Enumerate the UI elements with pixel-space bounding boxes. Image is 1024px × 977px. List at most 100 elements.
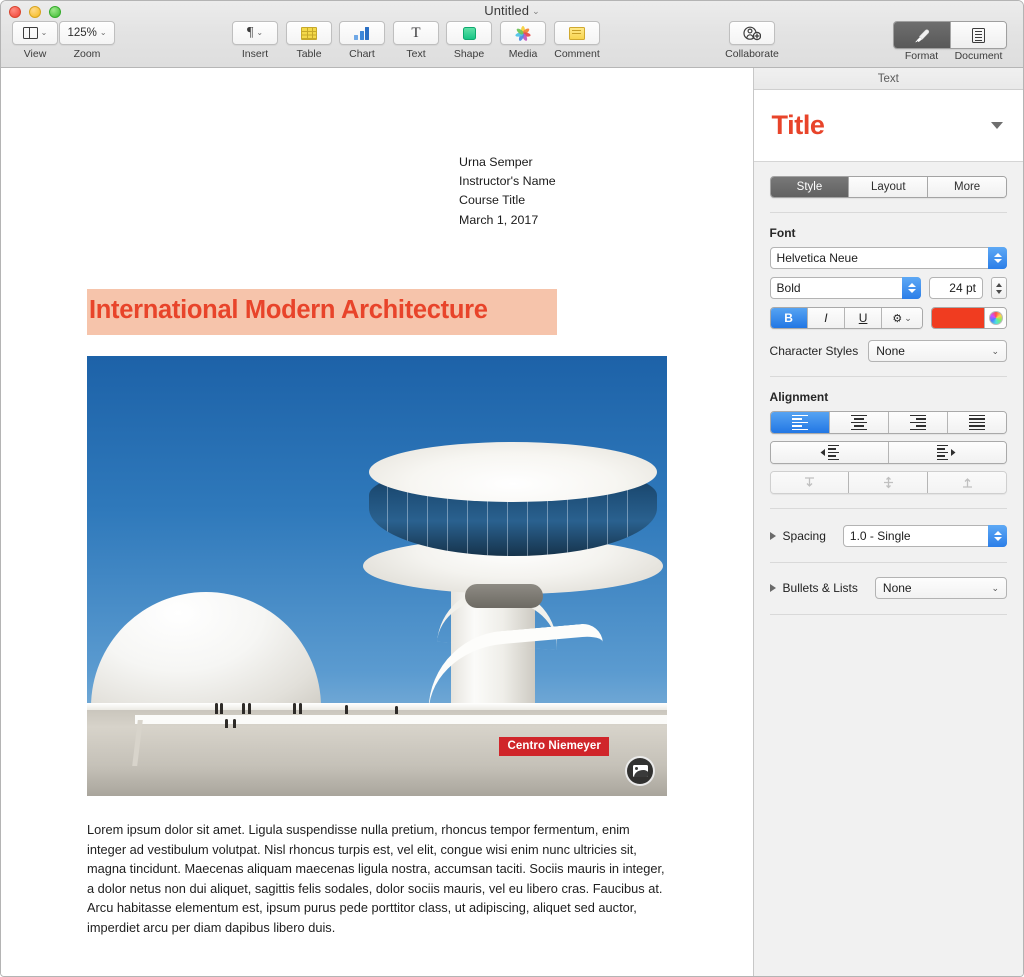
document-title-selection[interactable]: International Modern Architecture	[87, 289, 557, 335]
spacing-row: Spacing 1.0 - Single	[769, 525, 1007, 547]
align-right-button[interactable]	[887, 412, 947, 433]
inspector-toggle-labels: Format Document	[893, 50, 1007, 62]
bold-button[interactable]: B	[770, 308, 807, 328]
toolbar-item-shape[interactable]: Shape	[441, 21, 497, 60]
document-canvas[interactable]: Urna Semper Instructor's Name Course Tit…	[1, 68, 753, 976]
toolbar-item-table[interactable]: Table	[281, 21, 337, 60]
chevron-down-icon: ⌄	[991, 345, 999, 356]
zoom-button-toolbar[interactable]: 125% ⌄	[59, 21, 115, 45]
window-icon	[22, 27, 38, 39]
align-center-button[interactable]	[828, 412, 888, 433]
font-style-row: B I U ⚙ ⌄	[769, 307, 1007, 329]
chevron-down-icon: ⌄	[991, 582, 999, 593]
spacing-stepper-icon[interactable]	[988, 525, 1007, 547]
parapet-rail	[135, 715, 667, 724]
text-button[interactable]: T	[393, 21, 439, 45]
tab-layout-label: Layout	[871, 181, 906, 193]
font-family-select[interactable]: Helvetica Neue	[769, 247, 1007, 269]
pages-app-window: Untitled⌄ ⌄ View 125% ⌄ Zoom ¶ ⌄ Insert	[0, 0, 1024, 977]
spacing-value: 1.0 - Single	[849, 529, 911, 543]
tab-more[interactable]: More	[927, 177, 1006, 197]
horizontal-alignment-row	[769, 411, 1007, 434]
toolbar-label-document: Document	[954, 50, 1003, 62]
font-style-buttons: B I U ⚙ ⌄	[769, 307, 923, 329]
text-t-icon: T	[411, 24, 421, 41]
toolbar-item-media[interactable]: Media	[495, 21, 551, 60]
paintbrush-icon	[914, 28, 931, 43]
shape-button[interactable]	[446, 21, 492, 45]
decrease-indent-button[interactable]	[770, 442, 888, 463]
collaborate-button[interactable]	[729, 21, 775, 45]
character-styles-select[interactable]: None ⌄	[868, 340, 1007, 362]
media-button[interactable]	[500, 21, 546, 45]
toolbar: Untitled⌄ ⌄ View 125% ⌄ Zoom ¶ ⌄ Insert	[1, 1, 1023, 68]
window-title[interactable]: Untitled ⌄	[1, 3, 1023, 18]
font-family-stepper-icon[interactable]	[988, 247, 1007, 269]
spacing-select[interactable]: 1.0 - Single	[842, 525, 1007, 547]
align-top-icon	[804, 477, 814, 487]
align-justify-icon	[968, 414, 985, 431]
table-button[interactable]	[286, 21, 332, 45]
disclosure-triangle-icon[interactable]	[769, 584, 776, 592]
italic-button[interactable]: I	[806, 308, 844, 328]
tab-layout[interactable]: Layout	[848, 177, 928, 197]
zoom-level-value: 125%	[67, 27, 97, 39]
chevron-down-icon[interactable]	[991, 122, 1003, 129]
photos-pinwheel-icon	[515, 25, 532, 42]
header-line-date: March 1, 2017	[459, 212, 539, 227]
toolbar-item-view[interactable]: ⌄ View	[7, 21, 63, 60]
align-middle-button	[848, 472, 928, 493]
font-options-button[interactable]: ⚙ ⌄	[881, 308, 922, 328]
align-justify-button[interactable]	[946, 412, 1006, 433]
font-size-input[interactable]: 24 pt	[929, 277, 983, 299]
architecture-photo: Centro Niemeyer	[87, 356, 667, 796]
page-title[interactable]: International Modern Architecture	[89, 293, 555, 327]
chevron-down-icon: ⌄	[532, 6, 540, 16]
document-body-paragraph[interactable]: Lorem ipsum dolor sit amet. Ligula suspe…	[87, 820, 667, 938]
text-color-swatch[interactable]	[932, 308, 984, 328]
toolbar-item-collaborate[interactable]: Collaborate	[721, 21, 783, 60]
color-wheel-button[interactable]	[984, 308, 1006, 328]
app-body: Urna Semper Instructor's Name Course Tit…	[1, 68, 1023, 976]
toolbar-item-text[interactable]: T Text	[388, 21, 444, 60]
chevron-down-icon: ⌄	[99, 28, 107, 37]
toolbar-item-zoom[interactable]: 125% ⌄ Zoom	[59, 21, 115, 60]
underline-button[interactable]: U	[843, 308, 882, 328]
align-left-button[interactable]	[770, 412, 829, 433]
bullets-select[interactable]: None ⌄	[874, 577, 1007, 599]
disclosure-triangle-icon[interactable]	[769, 532, 776, 540]
divider	[769, 614, 1007, 615]
document-inspector-button[interactable]	[950, 22, 1006, 48]
alignment-section-label: Alignment	[769, 390, 829, 404]
font-weight-stepper-icon[interactable]	[902, 277, 921, 299]
insert-button[interactable]: ¶ ⌄	[232, 21, 278, 45]
divider	[769, 376, 1007, 377]
divider	[769, 562, 1007, 563]
toolbar-item-insert[interactable]: ¶ ⌄ Insert	[227, 21, 283, 60]
font-weight-size-row: Bold 24 pt	[769, 277, 1007, 299]
font-weight-select[interactable]: Bold	[769, 277, 921, 299]
decrease-indent-icon	[819, 444, 840, 461]
font-size-stepper[interactable]	[991, 277, 1007, 299]
view-button[interactable]: ⌄	[12, 21, 58, 45]
document-header-block[interactable]: Urna Semper Instructor's Name Course Tit…	[459, 153, 556, 230]
tab-style-label: Style	[796, 181, 823, 193]
increase-indent-button[interactable]	[887, 442, 1006, 463]
toolbar-item-comment[interactable]: Comment	[546, 21, 608, 60]
chart-button[interactable]	[339, 21, 385, 45]
bar-chart-icon	[354, 26, 370, 40]
tower-hub	[465, 584, 543, 608]
people-silhouettes	[87, 700, 667, 728]
shape-square-icon	[462, 26, 476, 40]
comment-button[interactable]	[554, 21, 600, 45]
document-image[interactable]: Centro Niemeyer	[87, 356, 667, 796]
table-icon	[301, 26, 317, 40]
header-line-author: Urna Semper	[459, 155, 533, 169]
header-line-course: Course Title	[459, 193, 526, 208]
bold-label: B	[784, 311, 793, 325]
image-placeholder-icon[interactable]	[625, 756, 655, 786]
format-inspector-button[interactable]	[894, 22, 950, 48]
tab-style[interactable]: Style	[770, 177, 849, 197]
paragraph-style-row[interactable]: Title	[753, 90, 1023, 162]
toolbar-item-chart[interactable]: Chart	[334, 21, 390, 60]
